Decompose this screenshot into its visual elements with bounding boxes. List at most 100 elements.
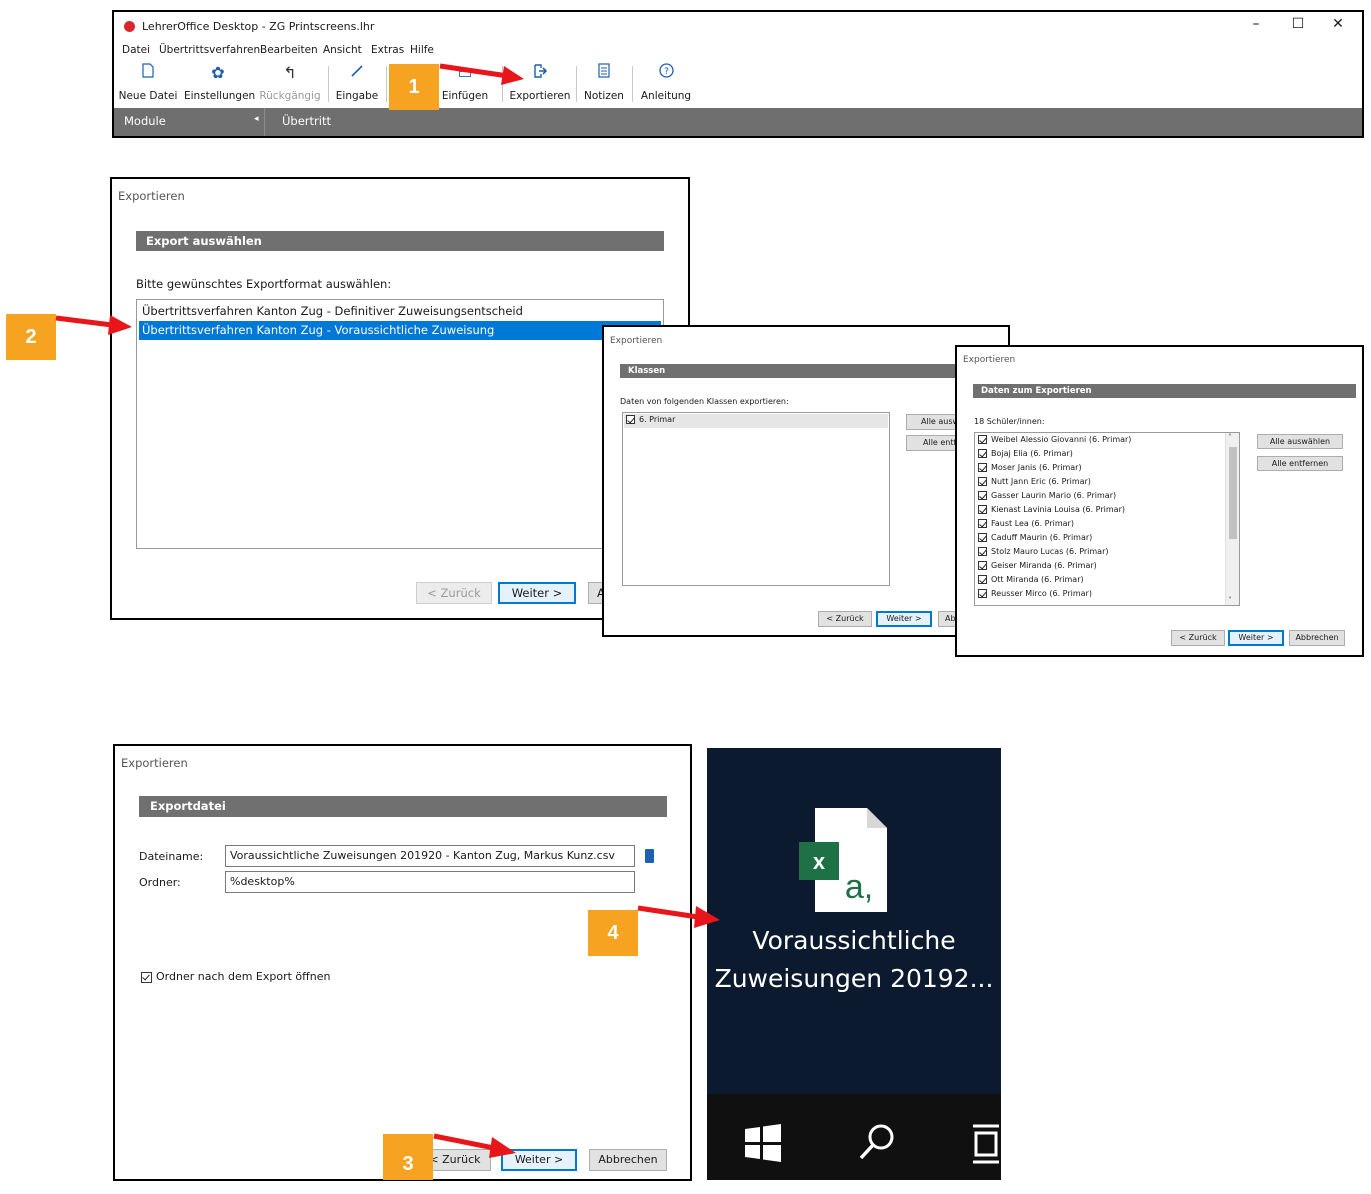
step-badge-3: 3 xyxy=(383,1134,433,1180)
checkbox-checked-icon[interactable] xyxy=(141,971,152,983)
paste-button[interactable]: ▭ Einfügen xyxy=(440,62,490,108)
menu-datei[interactable]: Datei xyxy=(122,44,150,56)
section-header: Exportdatei xyxy=(139,796,667,817)
menu-uebertrittsverfahren[interactable]: Übertrittsverfahren xyxy=(159,44,260,56)
format-list[interactable]: Übertrittsverfahren Kanton Zug - Definit… xyxy=(136,299,664,549)
svg-text:a,: a, xyxy=(845,868,873,906)
checkbox-checked-icon[interactable] xyxy=(978,463,987,472)
student-row[interactable]: Moser Janis (6. Primar) xyxy=(978,463,1082,477)
collapse-arrow-icon[interactable]: ◂ xyxy=(254,114,259,124)
back-button[interactable]: < Zurück xyxy=(1171,630,1225,646)
task-view-icon[interactable] xyxy=(971,1122,1001,1166)
folder-field[interactable]: %desktop% xyxy=(225,871,635,893)
student-list-scrollbar[interactable]: ˄ ˅ xyxy=(1225,433,1239,605)
toolbar: Neue Datei ✿ Einstellungen ↰ Rückgängig … xyxy=(114,62,1362,108)
back-button[interactable]: < Zurück xyxy=(818,611,872,627)
minimize-button[interactable]: – xyxy=(1236,16,1276,32)
windows-start-icon[interactable] xyxy=(743,1123,783,1163)
excel-csv-file-icon[interactable]: x a, xyxy=(797,806,889,914)
checkbox-checked-icon[interactable] xyxy=(978,449,987,458)
checkbox-checked-icon[interactable] xyxy=(626,415,635,424)
folder-browse-icon[interactable] xyxy=(645,849,654,863)
desktop-file-label[interactable]: Voraussichtliche Zuweisungen 20192... xyxy=(707,922,1001,998)
student-row[interactable]: Bojaj Elia (6. Primar) xyxy=(978,449,1073,463)
student-row[interactable]: Caduff Maurin (6. Primar) xyxy=(978,533,1092,547)
student-row[interactable]: Stolz Mauro Lucas (6. Primar) xyxy=(978,547,1109,561)
section-header: Klassen xyxy=(620,364,1000,378)
student-count: 18 Schüler/innen: xyxy=(974,417,1045,426)
student-row[interactable]: Reusser Mirco (6. Primar) xyxy=(978,589,1092,603)
undo-button[interactable]: ↰ Rückgängig xyxy=(258,62,322,108)
format-option-definitive[interactable]: Übertrittsverfahren Kanton Zug - Definit… xyxy=(139,302,661,321)
module-label[interactable]: Module xyxy=(124,114,166,128)
menu-hilfe[interactable]: Hilfe xyxy=(410,44,434,56)
next-button[interactable]: Weiter > xyxy=(498,582,576,604)
toolbar-separator xyxy=(576,66,577,102)
format-option-provisional[interactable]: Übertrittsverfahren Kanton Zug - Vorauss… xyxy=(139,321,661,340)
folder-label: Ordner: xyxy=(139,876,181,889)
student-name: Gasser Laurin Mario (6. Primar) xyxy=(991,491,1117,500)
back-button[interactable]: < Zurück xyxy=(416,582,492,604)
select-all-button[interactable]: Alle auswählen xyxy=(1257,434,1343,449)
checkbox-checked-icon[interactable] xyxy=(978,491,987,500)
module-bar: Module ◂ Übertritt xyxy=(114,108,1362,136)
scrollbar-thumb[interactable] xyxy=(1229,447,1237,539)
filename-field[interactable]: Voraussichtliche Zuweisungen 201920 - Ka… xyxy=(225,845,635,867)
search-icon[interactable] xyxy=(857,1122,897,1162)
checkbox-checked-icon[interactable] xyxy=(978,575,987,584)
class-list[interactable]: 6. Primar xyxy=(622,412,890,586)
next-button[interactable]: Weiter > xyxy=(876,611,932,627)
menu-extras[interactable]: Extras xyxy=(371,44,404,56)
student-name: Geiser Miranda (6. Primar) xyxy=(991,561,1097,570)
student-list[interactable]: Weibel Alessio Giovanni (6. Primar) Boja… xyxy=(974,432,1240,606)
filename-label: Dateiname: xyxy=(139,850,204,863)
checkbox-checked-icon[interactable] xyxy=(978,477,987,486)
next-button[interactable]: Weiter > xyxy=(1228,630,1284,646)
student-row[interactable]: Ott Miranda (6. Primar) xyxy=(978,575,1084,589)
student-row[interactable]: Faust Lea (6. Primar) xyxy=(978,519,1074,533)
input-button[interactable]: Eingabe xyxy=(334,62,380,108)
maximize-button[interactable]: ☐ xyxy=(1278,16,1318,32)
help-button[interactable]: ? Anleitung xyxy=(636,62,696,108)
student-row[interactable]: Weibel Alessio Giovanni (6. Primar) xyxy=(978,435,1131,449)
checkbox-checked-icon[interactable] xyxy=(978,533,987,542)
student-row[interactable]: Gasser Laurin Mario (6. Primar) xyxy=(978,491,1116,505)
checkbox-checked-icon[interactable] xyxy=(978,519,987,528)
scroll-down-icon[interactable]: ˅ xyxy=(1228,596,1232,605)
main-window: LehrerOffice Desktop - ZG Printscreens.l… xyxy=(112,10,1364,138)
cancel-button[interactable]: Abbrechen xyxy=(1289,630,1345,646)
student-row[interactable]: Geiser Miranda (6. Primar) xyxy=(978,561,1097,575)
student-name: Bojaj Elia (6. Primar) xyxy=(991,449,1073,458)
menu-bearbeiten[interactable]: Bearbeiten xyxy=(260,44,318,56)
dialog-title: Exportieren xyxy=(610,336,663,346)
remove-all-button[interactable]: Alle entfernen xyxy=(1257,456,1343,471)
checkbox-checked-icon[interactable] xyxy=(978,547,987,556)
checkbox-checked-icon[interactable] xyxy=(978,589,987,598)
student-name: Nutt Jann Eric (6. Primar) xyxy=(991,477,1091,486)
new-file-button[interactable]: Neue Datei xyxy=(118,62,178,108)
toolbar-separator xyxy=(328,66,329,102)
scroll-up-icon[interactable]: ˄ xyxy=(1228,433,1232,442)
help-label: Anleitung xyxy=(640,90,692,102)
export-button[interactable]: Exportieren xyxy=(508,62,572,108)
checkbox-checked-icon[interactable] xyxy=(978,561,987,570)
student-row[interactable]: Kienast Lavinia Louisa (6. Primar) xyxy=(978,505,1125,519)
class-selection-dialog: Exportieren Klassen Daten von folgenden … xyxy=(602,325,1010,637)
notes-button[interactable]: Notizen xyxy=(580,62,628,108)
student-name: Kienast Lavinia Louisa (6. Primar) xyxy=(991,505,1125,514)
close-button[interactable]: ✕ xyxy=(1318,16,1358,32)
step-badge-1: 1 xyxy=(389,64,439,110)
open-folder-checkbox[interactable]: Ordner nach dem Export öffnen xyxy=(141,970,330,983)
checkbox-checked-icon[interactable] xyxy=(978,435,987,444)
section-header: Export auswählen xyxy=(136,231,664,251)
cancel-button[interactable]: Abbrechen xyxy=(589,1149,667,1171)
student-row[interactable]: Nutt Jann Eric (6. Primar) xyxy=(978,477,1091,491)
class-item[interactable]: 6. Primar xyxy=(624,414,888,428)
notes-label: Notizen xyxy=(584,90,624,102)
taskbar xyxy=(707,1094,1001,1180)
next-button[interactable]: Weiter > xyxy=(501,1149,577,1171)
checkbox-checked-icon[interactable] xyxy=(978,505,987,514)
settings-button[interactable]: ✿ Einstellungen xyxy=(184,62,255,108)
menu-ansicht[interactable]: Ansicht xyxy=(323,44,362,56)
title-bar: LehrerOffice Desktop - ZG Printscreens.l… xyxy=(114,12,1362,40)
